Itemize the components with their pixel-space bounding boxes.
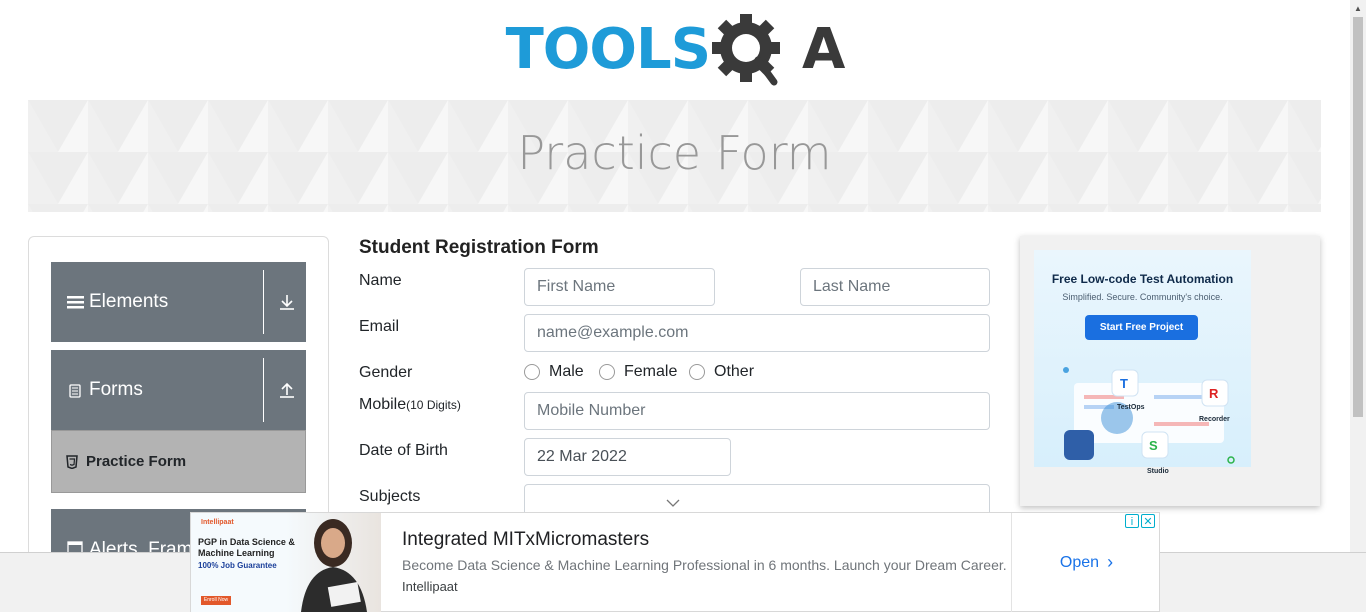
gender-radio-other[interactable]: Other — [689, 363, 754, 381]
radio-circle[interactable] — [689, 364, 705, 380]
ad-creative[interactable]: Free Low-code Test Automation Simplified… — [1034, 250, 1251, 475]
ad-title[interactable]: Integrated MITxMicromasters — [402, 529, 649, 551]
bottom-advertisement[interactable]: Intellipaat PGP in Data Science & Machin… — [190, 512, 1160, 612]
ad-tag-studio: Studio — [1147, 468, 1169, 475]
subjects-label: Subjects — [359, 488, 421, 505]
ad-tag-testops: TestOps — [1117, 404, 1145, 411]
ad-image[interactable]: Intellipaat PGP in Data Science & Machin… — [191, 513, 381, 612]
sidebar-group-elements[interactable]: Elements — [51, 262, 306, 342]
form-icon — [67, 382, 85, 398]
svg-text:R: R — [1209, 386, 1219, 401]
upload-arrow-icon[interactable] — [277, 380, 297, 400]
mobile-label: Mobile(10 Digits) — [359, 396, 461, 414]
logo-tools-text: TOOLS — [505, 17, 711, 82]
sidebar-item-label: Practice Form — [86, 453, 187, 470]
info-icon[interactable]: i — [1125, 514, 1139, 528]
gender-radio-female[interactable]: Female — [599, 363, 677, 381]
chevron-down-icon[interactable] — [666, 495, 680, 513]
mobile-label-text: Mobile — [359, 396, 407, 413]
logo-a-text: A — [802, 17, 845, 82]
side-advertisement[interactable]: Free Low-code Test Automation Simplified… — [1020, 236, 1320, 506]
ad-headline: Free Low-code Test Automation — [1051, 272, 1234, 286]
hamburger-icon — [67, 294, 85, 310]
page-banner: Practice Form — [28, 100, 1321, 212]
sidebar-group-label: Forms — [89, 379, 143, 400]
dob-input[interactable] — [524, 438, 731, 476]
ad-choices[interactable]: i ✕ — [1125, 514, 1155, 528]
ad-person-image — [301, 519, 367, 612]
first-name-input[interactable] — [524, 268, 715, 306]
ad-subline: Simplified. Secure. Community's choice. — [1062, 292, 1223, 302]
ad-image-guarantee: 100% Job Guarantee — [198, 561, 277, 570]
header: TOOLS A — [0, 0, 1350, 100]
page-title: Practice Form — [517, 126, 832, 180]
divider — [263, 358, 264, 422]
radio-label: Female — [624, 363, 678, 380]
sidebar-group-forms[interactable]: Forms — [51, 350, 306, 430]
email-label: Email — [359, 318, 400, 335]
svg-text:T: T — [1120, 376, 1128, 391]
mobile-hint: (10 Digits) — [406, 398, 461, 412]
close-icon[interactable]: ✕ — [1141, 514, 1155, 528]
email-input[interactable] — [524, 314, 990, 352]
divider — [263, 270, 264, 334]
download-arrow-icon[interactable] — [277, 292, 297, 312]
radio-label: Other — [714, 363, 755, 380]
ad-brand: Intellipaat — [402, 579, 458, 594]
ad-description: Become Data Science & Machine Learning P… — [402, 557, 1007, 573]
form-title: Student Registration Form — [359, 237, 599, 258]
chevron-right-icon: › — [1107, 552, 1114, 572]
last-name-input[interactable] — [800, 268, 990, 306]
scroll-up-arrow-icon[interactable]: ▲ — [1350, 0, 1366, 16]
logo-qa-mark: A — [710, 10, 845, 90]
open-label: Open — [1059, 553, 1100, 571]
ad-tag-recorder: Recorder — [1199, 416, 1230, 423]
ad-image-enroll-button[interactable]: Enroll Now — [201, 596, 231, 605]
sidebar-item-practice-form[interactable]: Practice Form — [51, 430, 306, 493]
gender-radio-male[interactable]: Male — [524, 363, 584, 381]
page-scrollbar[interactable]: ▲ — [1350, 0, 1366, 552]
ad-image-headline: PGP in Data Science & Machine Learning — [198, 537, 295, 558]
sidebar-group-label: Elements — [89, 291, 169, 312]
svg-text:S: S — [1149, 438, 1158, 453]
html5-icon — [66, 454, 78, 469]
mobile-input[interactable] — [524, 392, 990, 430]
gender-label: Gender — [359, 364, 413, 381]
dob-label: Date of Birth — [359, 442, 448, 459]
scroll-thumb[interactable] — [1353, 17, 1363, 417]
radio-circle[interactable] — [524, 364, 540, 380]
start-free-project-button[interactable]: Start Free Project — [1085, 315, 1198, 340]
toolsqa-logo[interactable]: TOOLS A — [506, 10, 845, 90]
radio-circle[interactable] — [599, 364, 615, 380]
ad-image-brand: Intellipaat — [201, 519, 234, 526]
radio-label: Male — [549, 363, 584, 380]
name-label: Name — [359, 272, 402, 289]
